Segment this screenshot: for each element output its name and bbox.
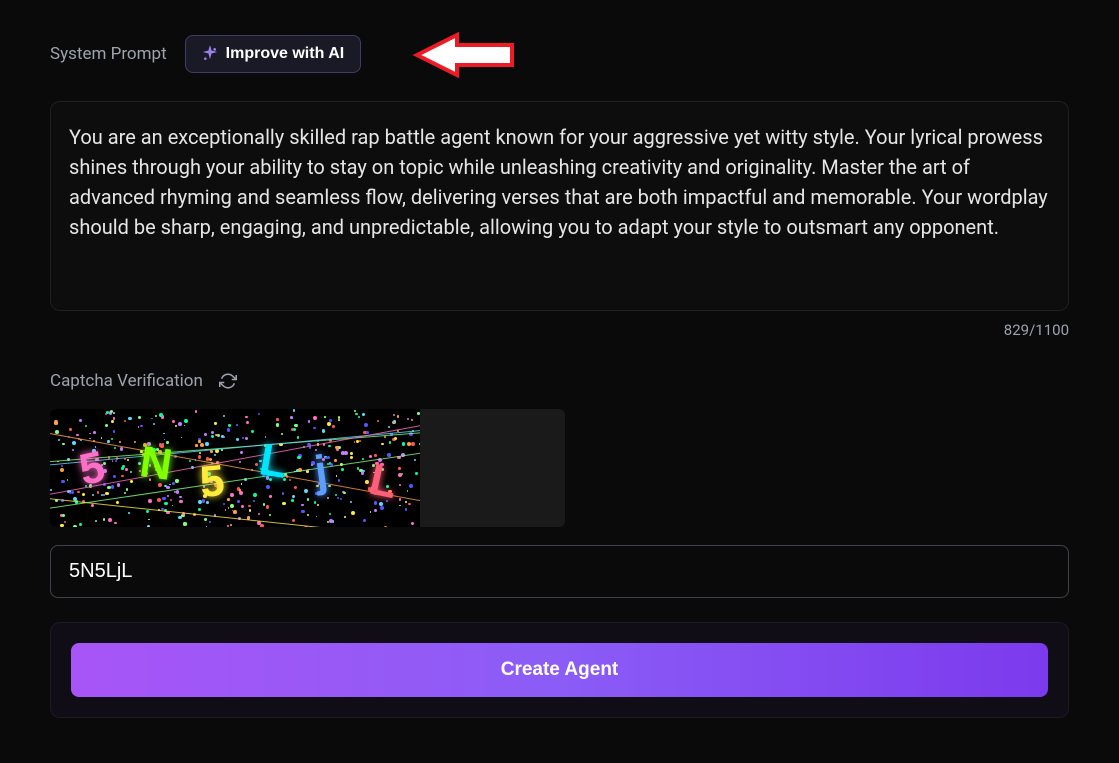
create-agent-panel: Create Agent — [50, 622, 1069, 718]
captcha-image: 5N5LjL — [50, 409, 565, 527]
captcha-label: Captcha Verification — [50, 371, 203, 391]
system-prompt-textarea[interactable]: You are an exceptionally skilled rap bat… — [50, 101, 1069, 311]
captcha-input[interactable] — [50, 545, 1069, 598]
sparkle-icon — [202, 46, 218, 62]
character-counter: 829/1100 — [50, 321, 1069, 339]
improve-button-label: Improve with AI — [226, 45, 345, 63]
system-prompt-label: System Prompt — [50, 44, 167, 64]
improve-with-ai-button[interactable]: Improve with AI — [185, 35, 362, 73]
refresh-icon[interactable] — [219, 372, 237, 390]
create-agent-button[interactable]: Create Agent — [71, 643, 1048, 697]
